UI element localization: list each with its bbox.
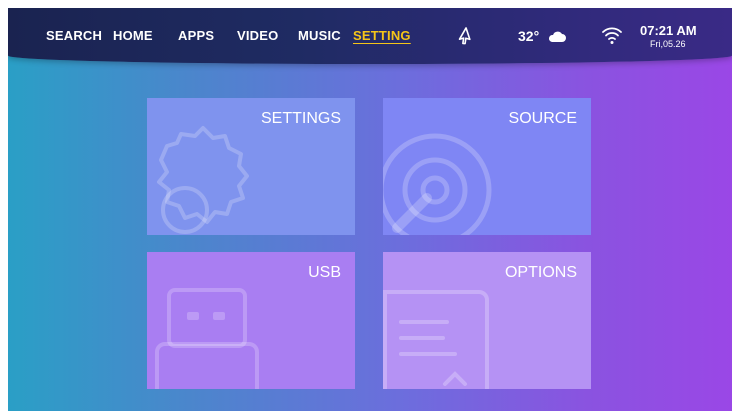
tile-usb-label: USB <box>308 264 341 281</box>
tile-options-label: OPTIONS <box>504 264 577 281</box>
cloud-icon <box>547 30 567 48</box>
nav-apps[interactable]: APPS <box>178 28 214 43</box>
wifi-icon[interactable] <box>601 25 623 50</box>
tile-settings-label: SETTINGS <box>260 110 341 127</box>
nav-music[interactable]: MUSIC <box>298 28 341 43</box>
tile-source[interactable]: SOURCE <box>383 98 591 235</box>
temperature-readout: 32° <box>518 28 540 44</box>
nav-home[interactable]: HOME <box>113 28 153 43</box>
top-bar: SEARCH HOME APPS VIDEO MUSIC SETTING 32°… <box>8 8 732 64</box>
tile-options[interactable]: OPTIONS <box>383 252 591 389</box>
nav-setting[interactable]: SETTING <box>353 28 411 43</box>
tile-source-label: SOURCE <box>508 110 577 127</box>
mouse-cursor-icon[interactable] <box>456 26 476 51</box>
nav-search[interactable]: SEARCH <box>46 28 102 43</box>
tile-usb[interactable]: USB <box>147 252 355 389</box>
tile-settings[interactable]: SETTINGS <box>147 98 355 235</box>
clock-time: 07:21 AM <box>640 23 697 38</box>
nav-video[interactable]: VIDEO <box>237 28 278 43</box>
clock-date: Fri,05.26 <box>650 39 686 49</box>
launcher-screen: SEARCH HOME APPS VIDEO MUSIC SETTING 32°… <box>8 8 732 411</box>
